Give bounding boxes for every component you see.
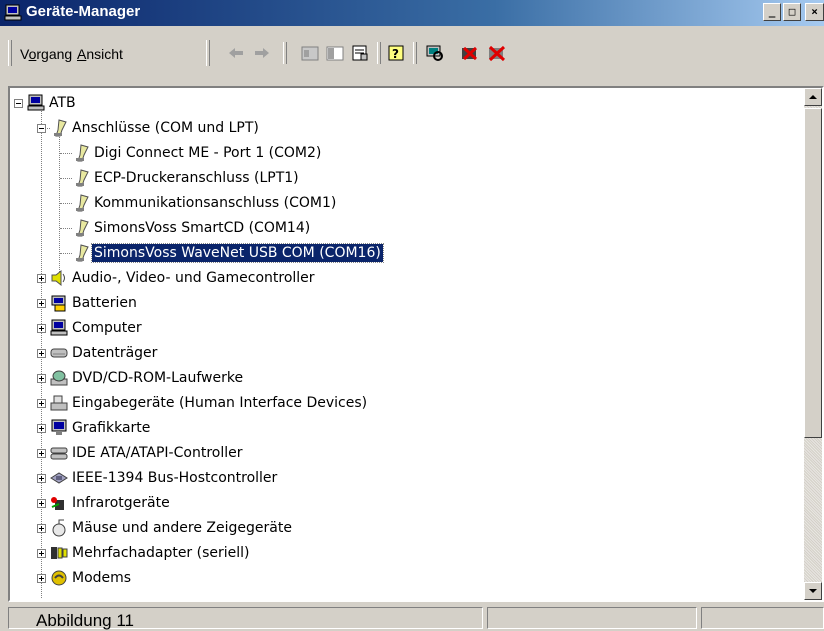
help-icon[interactable]: ? [387, 44, 407, 62]
maximize-button[interactable]: □ [783, 3, 801, 21]
tree-branch [60, 203, 72, 204]
tree-branch [60, 253, 72, 254]
expand-icon[interactable] [37, 474, 46, 483]
tree-label-category: Batterien [72, 295, 137, 311]
tree-branch [60, 153, 72, 154]
status-panel-2 [487, 607, 697, 629]
tree-branch [60, 178, 72, 179]
tree-label-port-device: SimonsVoss SmartCD (COM14) [94, 220, 311, 236]
firewire-icon [50, 472, 68, 484]
close-button[interactable]: × [805, 3, 824, 21]
tree-label-root: ATB [49, 95, 76, 111]
expand-icon[interactable] [37, 449, 46, 458]
console-tree-icon[interactable] [325, 44, 345, 62]
menu-ansicht[interactable]: Ansicht [77, 46, 123, 62]
menu-grip[interactable] [8, 40, 12, 66]
mouse-icon [52, 519, 66, 537]
toolbar: Vorgang Ansicht ? [0, 32, 824, 72]
minimize-icon: _ [768, 5, 776, 18]
tree-label-ports: Anschlüsse (COM und LPT) [72, 120, 259, 136]
tree-label-port-device: Kommunikationsanschluss (COM1) [94, 195, 337, 211]
status-panel-3 [701, 607, 824, 629]
tree-label-category: IEEE-1394 Bus-Hostcontroller [72, 470, 278, 486]
tree-label-category: Datenträger [72, 345, 158, 361]
expand-icon[interactable] [37, 424, 46, 433]
properties-icon[interactable] [350, 44, 370, 62]
modem-icon [51, 570, 67, 586]
computer-icon [50, 319, 68, 336]
port-icon [76, 144, 89, 162]
tree-label-category: Grafikkarte [72, 420, 151, 436]
expand-icon[interactable] [37, 274, 46, 283]
infrared-icon [51, 497, 64, 510]
port-icon [76, 169, 89, 187]
toolbar-separator [413, 42, 417, 64]
toolbar-grip[interactable] [206, 40, 210, 66]
scroll-thumb[interactable] [804, 108, 822, 438]
scan-hardware-icon[interactable] [425, 44, 445, 62]
tree-label-port-device: Digi Connect ME - Port 1 (COM2) [94, 145, 322, 161]
expand-icon[interactable] [37, 499, 46, 508]
multiport-icon [51, 547, 68, 559]
status-bar: Abbildung 11 [0, 604, 824, 630]
hid-icon [50, 395, 68, 411]
collapse-ports-icon[interactable] [37, 124, 46, 133]
svg-text:?: ? [392, 47, 399, 61]
scroll-up-button[interactable] [804, 88, 822, 106]
device-tree[interactable]: ATB Anschlüsse (COM und LPT) Digi Connec… [8, 86, 824, 602]
figure-caption: Abbildung 11 [36, 611, 134, 630]
expand-icon[interactable] [37, 349, 46, 358]
tree-label-category: DVD/CD-ROM-Laufwerke [72, 370, 244, 386]
expand-icon[interactable] [37, 549, 46, 558]
expand-icon[interactable] [37, 374, 46, 383]
computer-icon [27, 94, 45, 111]
device-manager-icon [4, 4, 22, 21]
uninstall-icon[interactable] [460, 44, 480, 62]
minimize-button[interactable]: _ [763, 3, 781, 21]
tree-label-port-device-selected: SimonsVoss WaveNet USB COM (COM16) [91, 243, 384, 263]
tree-branch [60, 228, 72, 229]
maximize-icon: □ [788, 5, 796, 18]
close-icon: × [811, 5, 818, 18]
audio-icon [51, 269, 65, 287]
ide-controller-icon [50, 447, 68, 460]
expand-icon[interactable] [37, 299, 46, 308]
disable-device-icon[interactable] [487, 44, 507, 62]
collapse-root-icon[interactable] [14, 99, 23, 108]
tree-label-category: Eingabegeräte (Human Interface Devices) [72, 395, 368, 411]
up-icon[interactable] [300, 44, 320, 62]
expand-icon[interactable] [37, 324, 46, 333]
tree-label-category: IDE ATA/ATAPI-Controller [72, 445, 243, 461]
title-bar[interactable]: Geräte-Manager _ □ × [0, 0, 824, 26]
toolbar-separator [283, 42, 287, 64]
toolbar-separator [377, 42, 381, 64]
tree-label-category: Infrarotgeräte [72, 495, 170, 511]
forward-icon[interactable] [252, 44, 272, 62]
tree-label-category: Modems [72, 570, 132, 586]
cdrom-icon [50, 370, 68, 386]
expand-icon[interactable] [37, 524, 46, 533]
vertical-scrollbar[interactable] [804, 88, 822, 600]
battery-icon [51, 295, 66, 312]
tree-label-category: Audio-, Video- und Gamecontroller [72, 270, 315, 286]
expand-icon[interactable] [37, 574, 46, 583]
port-icon [76, 219, 89, 237]
expand-icon[interactable] [37, 399, 46, 408]
back-icon[interactable] [226, 44, 246, 62]
disk-drive-icon [50, 348, 68, 358]
tree-label-category: Mäuse und andere Zeigegeräte [72, 520, 292, 536]
tree-label-category: Computer [72, 320, 142, 336]
port-icon [54, 119, 67, 137]
arrow-up-icon [809, 95, 817, 99]
port-icon [76, 194, 89, 212]
menu-vorgang[interactable]: Vorgang [20, 46, 72, 62]
tree-label-port-device: ECP-Druckeranschluss (LPT1) [94, 170, 299, 186]
arrow-down-icon [809, 589, 817, 593]
window-title: Geräte-Manager [26, 3, 141, 20]
display-adapter-icon [51, 419, 67, 435]
scroll-down-button[interactable] [804, 582, 822, 600]
port-icon [76, 244, 89, 262]
tree-label-category: Mehrfachadapter (seriell) [72, 545, 250, 561]
